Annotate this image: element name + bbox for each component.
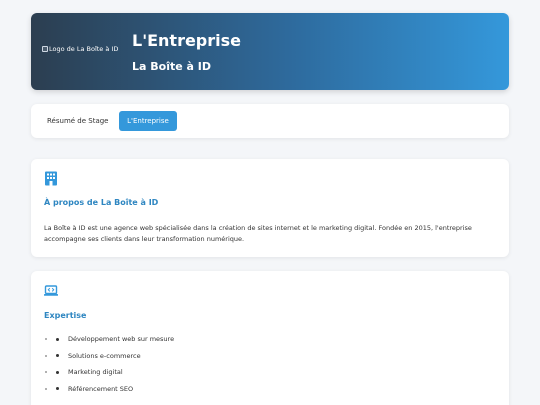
list-item-label: Solutions e-commerce	[68, 351, 141, 360]
page: Logo de La Boîte à ID L'Entreprise La Bo…	[0, 0, 540, 405]
page-title: L'Entreprise	[132, 31, 242, 50]
building-icon	[45, 171, 57, 186]
list-marker	[45, 371, 47, 373]
bullet-icon	[56, 354, 59, 357]
list-item-label: Développement web sur mesure	[68, 335, 175, 343]
expertise-card: Expertise Développement web sur mesure S…	[31, 271, 509, 405]
list-marker	[45, 338, 47, 340]
list-marker	[45, 387, 47, 390]
broken-image-icon	[42, 46, 48, 52]
about-card: À propos de La Boîte à ID La Boîte à ID …	[31, 159, 509, 257]
list-item: Marketing digital	[44, 367, 174, 384]
laptop-code-icon	[44, 285, 58, 296]
bullet-icon	[56, 387, 59, 390]
bullet-icon	[56, 337, 59, 341]
list-item: Développement web sur mesure	[44, 334, 174, 351]
page-subtitle: La Boîte à ID	[132, 60, 211, 73]
tab-entreprise[interactable]: L'Entreprise	[119, 111, 177, 131]
list-item-label: Marketing digital	[68, 368, 123, 376]
list-item: Référencement SEO	[44, 384, 174, 401]
tab-bar: Résumé de Stage L'Entreprise	[31, 104, 509, 138]
company-logo-alt-text: Logo de La Boîte à ID	[49, 45, 119, 53]
about-description: La Boîte à ID est une agence web spécial…	[44, 224, 472, 243]
list-item-label: Référencement SEO	[68, 384, 134, 393]
list-marker	[45, 354, 47, 357]
expertise-title: Expertise	[44, 311, 87, 320]
company-logo: Logo de La Boîte à ID	[42, 45, 118, 53]
about-title: À propos de La Boîte à ID	[44, 198, 159, 207]
tab-resume-stage[interactable]: Résumé de Stage	[39, 111, 117, 131]
expertise-list: Développement web sur mesure Solutions e…	[44, 334, 174, 400]
page-header: Logo de La Boîte à ID L'Entreprise La Bo…	[31, 13, 509, 90]
bullet-icon	[56, 370, 59, 374]
list-item: Solutions e-commerce	[44, 351, 174, 368]
